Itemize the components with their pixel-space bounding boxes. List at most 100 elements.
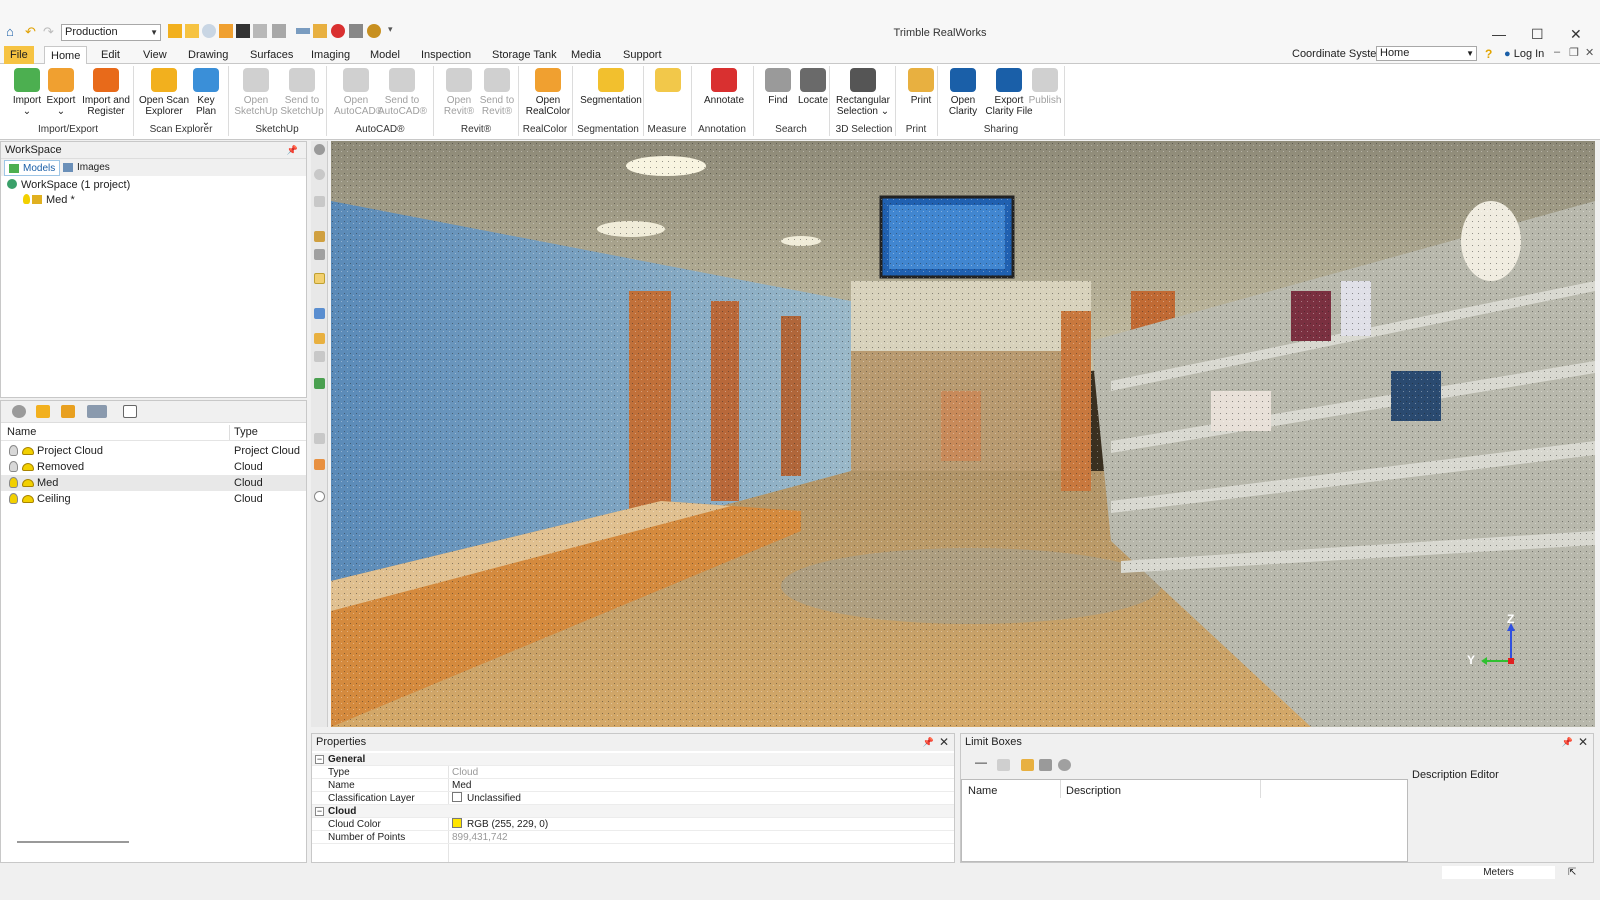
zoom-icon[interactable]: [314, 231, 325, 242]
new-layer-icon[interactable]: [36, 405, 50, 418]
visibility-bulb-icon[interactable]: [9, 493, 18, 504]
visibility-bulb-icon[interactable]: [9, 445, 18, 456]
render-icon[interactable]: [314, 351, 325, 362]
close-icon[interactable]: ✕: [939, 734, 949, 751]
open-folder-icon[interactable]: [1021, 759, 1034, 771]
open-sketchup-button[interactable]: Open SketchUp: [234, 68, 278, 117]
property-category[interactable]: − General: [312, 753, 954, 766]
visibility-bulb-icon[interactable]: [9, 477, 18, 488]
properties-icon[interactable]: [123, 405, 137, 418]
ribbon-close-icon[interactable]: ✕: [1585, 46, 1594, 59]
tab-home[interactable]: Home: [44, 46, 88, 65]
ribbon-restore-icon[interactable]: ❐: [1569, 46, 1579, 59]
tab-support[interactable]: Support: [617, 46, 668, 64]
rect-selection-button[interactable]: Rectangular Selection ⌄: [832, 68, 894, 117]
collapse-icon[interactable]: −: [315, 807, 324, 816]
tab-edit[interactable]: Edit: [95, 46, 126, 64]
sphere-view-icon[interactable]: [314, 491, 325, 502]
layer-row[interactable]: Removed Cloud: [1, 459, 306, 475]
tab-imaging[interactable]: Imaging: [305, 46, 356, 64]
view-camera-icon[interactable]: [314, 308, 325, 319]
visibility-bulb-icon[interactable]: [9, 461, 18, 472]
point-cloud-viewport[interactable]: Z Y: [331, 141, 1595, 727]
pin-icon[interactable]: 📌: [1562, 734, 1573, 751]
property-category[interactable]: − Cloud: [312, 805, 954, 818]
tab-models[interactable]: Models: [4, 160, 61, 176]
limit-box-icon[interactable]: [314, 459, 325, 470]
find-button[interactable]: Find: [763, 68, 793, 106]
tab-model[interactable]: Model: [364, 46, 406, 64]
settings-icon[interactable]: [1058, 759, 1071, 771]
maximize-icon[interactable]: ☐: [1531, 26, 1544, 43]
move-up-icon[interactable]: [61, 405, 75, 418]
fly-icon[interactable]: [314, 273, 325, 284]
pan-icon[interactable]: [314, 196, 325, 207]
property-value-cell[interactable]: RGB (255, 229, 0): [452, 818, 548, 831]
color-mode-icon[interactable]: [314, 378, 325, 389]
import-register-button[interactable]: Import and Register: [78, 68, 134, 117]
ribbon-minimize-icon[interactable]: –: [1554, 46, 1560, 58]
tab-file[interactable]: File: [4, 46, 34, 64]
units-display[interactable]: Meters: [1442, 866, 1555, 879]
print-button[interactable]: Print: [906, 68, 936, 106]
layer-options-icon[interactable]: [87, 405, 107, 418]
export-button[interactable]: Export ⌄: [44, 68, 78, 117]
import-button[interactable]: Import ⌄: [10, 68, 44, 117]
close-icon[interactable]: ✕: [1578, 734, 1588, 751]
tree-item-project[interactable]: Med *: [23, 193, 75, 208]
key-plan-button[interactable]: Key Plan ⌄: [191, 68, 221, 128]
walk-icon[interactable]: [314, 249, 325, 260]
tab-inspection[interactable]: Inspection: [415, 46, 477, 64]
close-icon[interactable]: ✕: [1570, 26, 1582, 43]
open-revit-button[interactable]: Open Revit®: [442, 68, 476, 117]
column-name[interactable]: Name: [7, 426, 36, 438]
remove-icon[interactable]: —: [975, 755, 988, 769]
open-realcolor-button[interactable]: Open RealColor: [524, 68, 572, 117]
segmentation-button[interactable]: Segmentation: [578, 68, 644, 106]
column-description[interactable]: Description: [1066, 785, 1121, 797]
limit-boxes-table[interactable]: Name Description: [961, 779, 1408, 862]
send-autocad-button[interactable]: Send to AutoCAD®: [378, 68, 427, 117]
warning-icon[interactable]: [314, 333, 325, 344]
measure-button[interactable]: [653, 68, 683, 95]
horizontal-scrollbar[interactable]: [17, 841, 129, 843]
annotate-button[interactable]: Annotate: [697, 68, 751, 106]
tab-media[interactable]: Media: [565, 46, 607, 64]
column-type[interactable]: Type: [234, 426, 258, 438]
view-home-icon[interactable]: [314, 144, 325, 155]
tab-storage-tank[interactable]: Storage Tank: [486, 46, 563, 64]
open-autocad-button[interactable]: Open AutoCAD®: [334, 68, 383, 117]
publish-button[interactable]: Publish: [1028, 68, 1062, 106]
property-value-cell[interactable]: Med: [452, 779, 471, 792]
property-row[interactable]: Type Cloud: [312, 766, 954, 779]
delete-icon[interactable]: [997, 759, 1010, 771]
tree-item-workspace[interactable]: WorkSpace (1 project): [7, 178, 130, 193]
column-name[interactable]: Name: [968, 785, 997, 797]
pin-icon[interactable]: 📌: [923, 734, 934, 751]
login-button[interactable]: ● Log In: [1504, 48, 1544, 60]
property-value-cell[interactable]: Cloud: [452, 766, 478, 779]
layer-row[interactable]: Ceiling Cloud: [1, 491, 306, 507]
property-value-cell[interactable]: 899,431,742: [452, 831, 508, 844]
help-icon[interactable]: ?: [1485, 47, 1492, 61]
layer-row[interactable]: Med Cloud: [1, 475, 306, 491]
coordinate-system-dropdown[interactable]: Home ▼: [1376, 46, 1477, 61]
tab-images[interactable]: Images: [59, 160, 114, 176]
orbit-icon[interactable]: [314, 169, 325, 180]
property-row[interactable]: Name Med: [312, 779, 954, 792]
layer-row[interactable]: Project Cloud Project Cloud: [1, 443, 306, 459]
property-row[interactable]: Number of Points 899,431,742: [312, 831, 954, 844]
collapse-icon[interactable]: −: [315, 755, 324, 764]
property-row[interactable]: Cloud Color RGB (255, 229, 0): [312, 818, 954, 831]
open-clarity-button[interactable]: Open Clarity: [945, 68, 981, 117]
save-folder-icon[interactable]: [1039, 759, 1052, 771]
search-icon[interactable]: [12, 405, 26, 418]
export-clarity-button[interactable]: Export Clarity File: [985, 68, 1033, 117]
tab-surfaces[interactable]: Surfaces: [244, 46, 299, 64]
open-scan-explorer-button[interactable]: Open Scan Explorer: [138, 68, 190, 117]
minimize-icon[interactable]: —: [1492, 26, 1506, 42]
property-row[interactable]: Classification Layer Unclassified: [312, 792, 954, 805]
section-icon[interactable]: [314, 433, 325, 444]
send-sketchup-button[interactable]: Send to SketchUp: [280, 68, 324, 117]
locate-button[interactable]: Locate: [796, 68, 830, 106]
